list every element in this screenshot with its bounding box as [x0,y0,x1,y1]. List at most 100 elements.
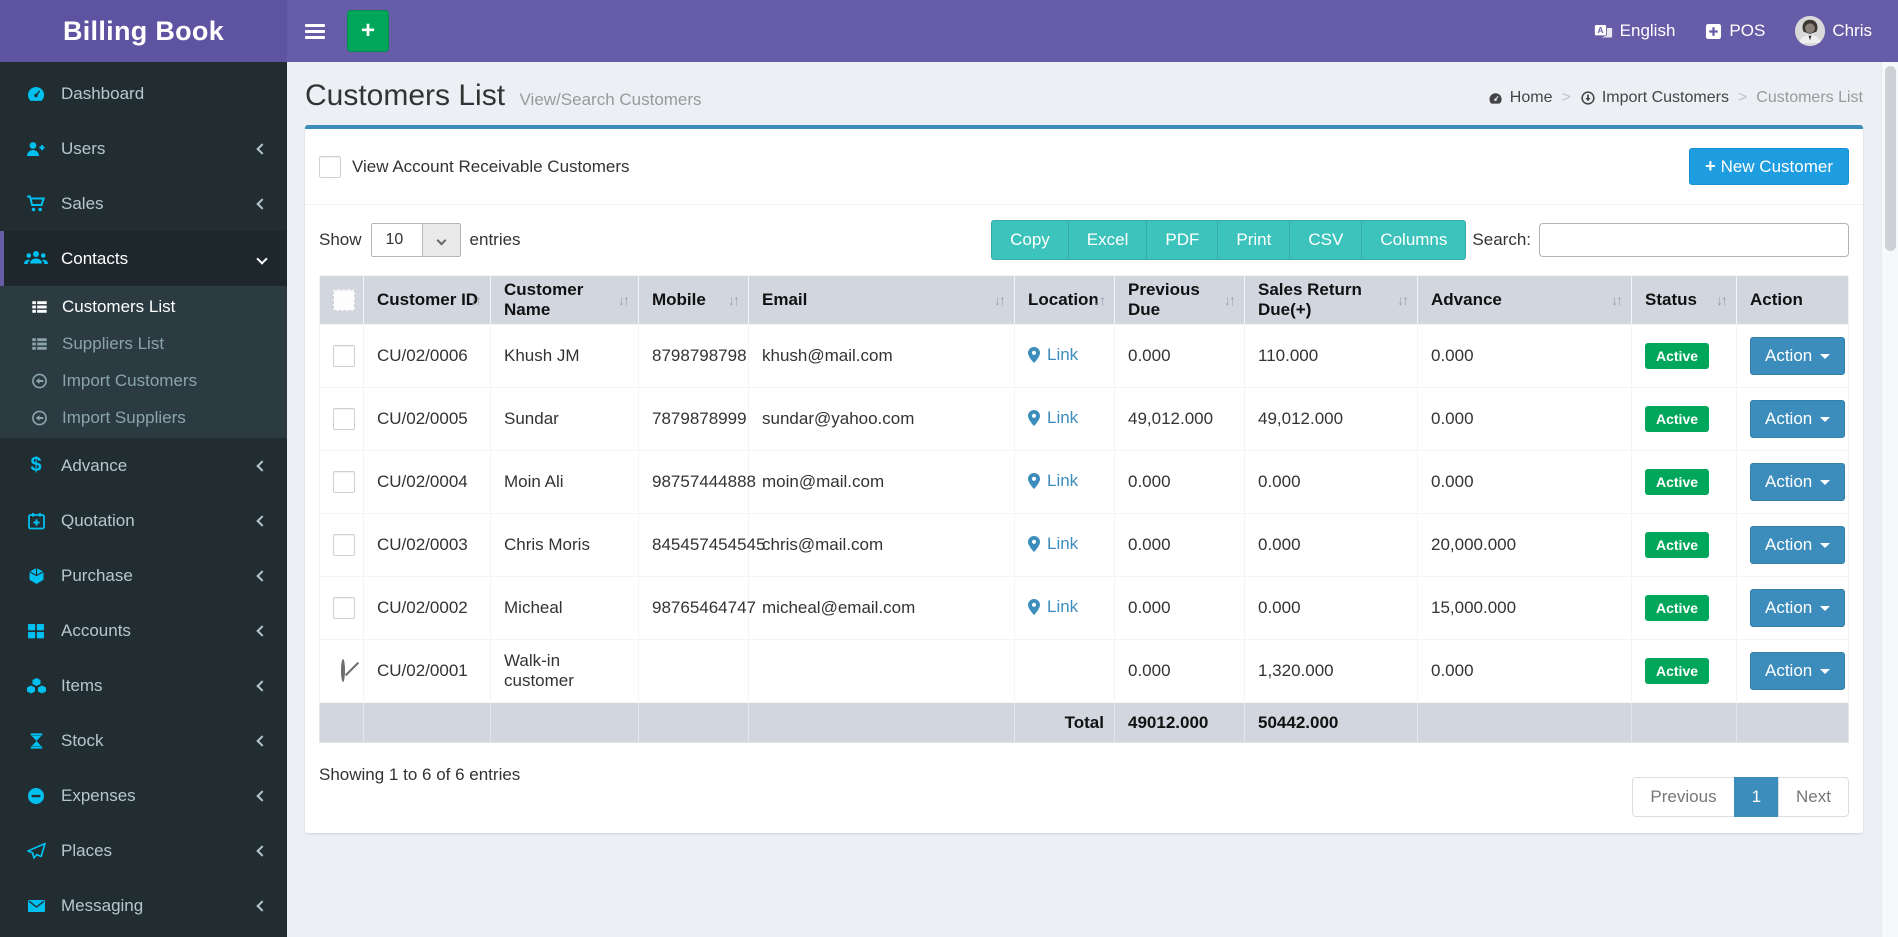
col-previous-due[interactable]: Previous Due [1115,276,1245,325]
sort-icon[interactable] [994,292,1004,308]
chevron-left-icon [256,900,267,911]
caret-down-icon [1820,606,1830,611]
action-button[interactable]: Action [1750,337,1845,375]
map-pin-icon [1028,410,1040,426]
sidebar-item-advance[interactable]: $ Advance [0,438,287,493]
sidebar-item-accounts[interactable]: Accounts [0,603,287,658]
sidebar: Dashboard Users Sales Contacts [0,62,287,937]
location-link[interactable]: Link [1028,471,1078,491]
action-button[interactable]: Action [1750,526,1845,564]
search-input[interactable] [1539,223,1849,257]
sidebar-item-import-customers[interactable]: Import Customers [0,362,287,399]
pdf-button[interactable]: PDF [1146,220,1217,260]
col-customer-name[interactable]: Customer Name [491,276,639,325]
action-button[interactable]: Action [1750,463,1845,501]
col-sales-return-due[interactable]: Sales Return Due(+) [1245,276,1418,325]
columns-button[interactable]: Columns [1361,220,1466,260]
sort-icon[interactable] [1094,292,1104,308]
row-checkbox[interactable] [333,534,355,556]
action-button[interactable]: Action [1750,589,1845,627]
status-badge: Active [1645,532,1709,558]
sort-icon[interactable] [728,292,738,308]
sidebar-item-customers-list[interactable]: Customers List [0,288,287,325]
sort-icon[interactable] [470,292,480,308]
hourglass-icon [23,731,49,751]
sidebar-item-quotation[interactable]: Quotation [0,493,287,548]
print-button[interactable]: Print [1217,220,1289,260]
map-pin-icon [1028,599,1040,615]
row-checkbox[interactable] [333,597,355,619]
cell-mobile [639,640,749,703]
contacts-submenu: Customers List Suppliers List Import Cus… [0,286,287,438]
pos-button[interactable]: POS [1705,21,1765,41]
sort-icon[interactable] [1224,292,1234,308]
sort-icon[interactable] [1716,292,1726,308]
user-menu[interactable]: Chris [1795,16,1872,46]
quick-add-button[interactable]: + [347,10,389,52]
sort-icon[interactable] [618,292,628,308]
copy-button[interactable]: Copy [991,220,1068,260]
sidebar-item-places[interactable]: Places [0,823,287,878]
grid-icon [23,621,49,641]
page-length-select[interactable]: 10 [371,223,461,257]
select-all-header[interactable] [320,276,364,325]
arrow-circle-icon [1580,90,1596,106]
next-page-button[interactable]: Next [1778,777,1849,817]
breadcrumb-home[interactable]: Home [1487,89,1553,107]
scrollbar-thumb[interactable] [1885,66,1896,251]
chevron-left-icon [256,515,267,526]
sort-icon[interactable] [1397,292,1407,308]
sidebar-item-sales[interactable]: Sales [0,176,287,231]
sidebar-item-purchase[interactable]: Purchase [0,548,287,603]
select-all-checkbox[interactable] [333,289,355,311]
total-sales-return-due: 50442.000 [1245,703,1418,743]
chevron-left-icon [256,625,267,636]
col-status[interactable]: Status [1632,276,1737,325]
location-link[interactable]: Link [1028,345,1078,365]
sidebar-item-stock[interactable]: Stock [0,713,287,768]
csv-button[interactable]: CSV [1289,220,1361,260]
scrollbar-track[interactable] [1881,62,1898,937]
customers-card: View Account Receivable Customers New Cu… [305,125,1863,833]
location-link[interactable]: Link [1028,597,1078,617]
action-button[interactable]: Action [1750,400,1845,438]
view-ar-checkbox[interactable] [319,156,341,178]
sidebar-item-messaging[interactable]: Messaging [0,878,287,933]
row-checkbox[interactable] [333,408,355,430]
col-email[interactable]: Email [749,276,1015,325]
new-customer-button[interactable]: New Customer [1689,148,1849,185]
cube-icon [23,566,49,586]
not-selectable-icon [341,659,345,682]
cell-mobile: 98757444888 [639,451,749,514]
cell-email: sundar@yahoo.com [749,388,1015,451]
sidebar-item-items[interactable]: Items [0,658,287,713]
action-button[interactable]: Action [1750,652,1845,690]
chevron-left-icon [256,143,267,154]
sidebar-item-expenses[interactable]: Expenses [0,768,287,823]
col-location[interactable]: Location [1015,276,1115,325]
location-link[interactable]: Link [1028,408,1078,428]
sidebar-item-import-suppliers[interactable]: Import Suppliers [0,399,287,436]
excel-button[interactable]: Excel [1068,220,1147,260]
app-logo[interactable]: Billing Book [0,0,287,62]
breadcrumb-import-customers[interactable]: Import Customers [1580,89,1729,107]
sidebar-item-users[interactable]: Users [0,121,287,176]
language-menu[interactable]: A English [1594,21,1676,41]
sidebar-item-suppliers-list[interactable]: Suppliers List [0,325,287,362]
col-advance[interactable]: Advance [1418,276,1632,325]
col-customer-id[interactable]: Customer ID [364,276,491,325]
page-1-button[interactable]: 1 [1734,777,1779,817]
sort-icon[interactable] [1611,292,1621,308]
cell-customer-name: Sundar [491,388,639,451]
col-mobile[interactable]: Mobile [639,276,749,325]
row-checkbox[interactable] [333,345,355,367]
cell-previous-due: 0.000 [1115,577,1245,640]
sidebar-item-contacts[interactable]: Contacts [0,231,287,286]
sidebar-item-dashboard[interactable]: Dashboard [0,66,287,121]
previous-page-button[interactable]: Previous [1632,777,1734,817]
minus-circle-icon [23,786,49,806]
sidebar-toggle-icon[interactable] [305,21,329,41]
pagination: Previous 1 Next [1632,777,1849,817]
row-checkbox[interactable] [333,471,355,493]
location-link[interactable]: Link [1028,534,1078,554]
